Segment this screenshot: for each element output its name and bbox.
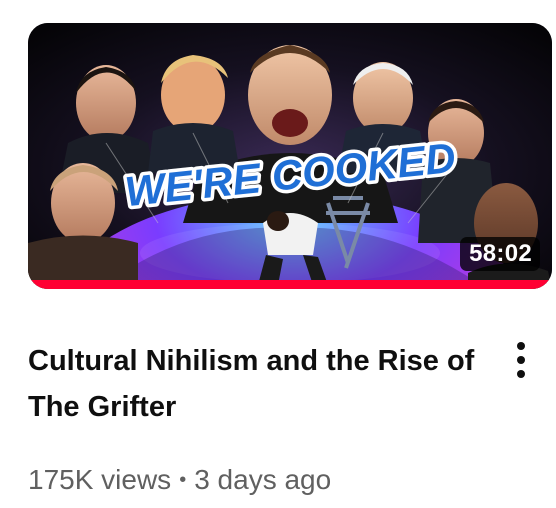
duration-badge: 58:02 [460,237,540,271]
more-actions-button[interactable] [505,336,537,384]
video-title[interactable]: Cultural Nihilism and the Rise of The Gr… [28,338,498,430]
watch-progress-bar [28,280,552,289]
video-thumbnail[interactable]: WE'RE COOKED WE'RE COOKED 58:02 [28,23,552,289]
more-vert-icon [517,342,525,378]
metadata-separator: • [179,469,187,491]
watch-progress-fill [28,280,552,289]
upload-age: 3 days ago [194,464,332,495]
video-metadata: 175K views • 3 days ago [28,460,331,500]
view-count: 175K views [28,464,172,495]
video-card[interactable]: WE'RE COOKED WE'RE COOKED 58:02 Cultural… [0,0,556,508]
